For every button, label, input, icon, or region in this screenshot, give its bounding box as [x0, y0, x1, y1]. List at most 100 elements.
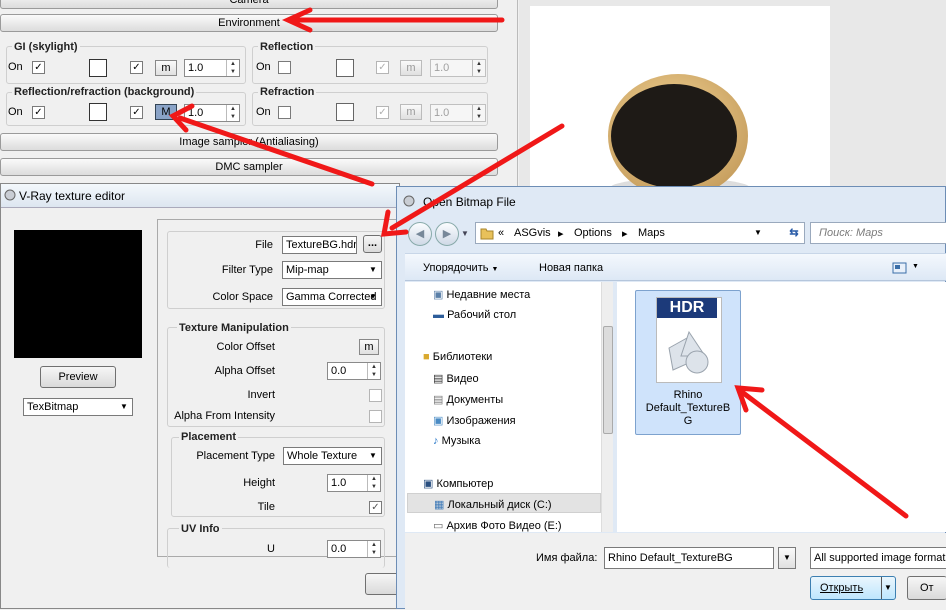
browse-file-button[interactable]: ... — [363, 235, 382, 253]
nav-item-recent-places[interactable]: ▣ Недавние места — [433, 288, 530, 301]
filter-type-select[interactable]: Mip-map ▼ — [282, 261, 382, 279]
refraction-on-checkbox[interactable] — [278, 106, 291, 119]
dialog-title: Open Bitmap File — [423, 195, 516, 209]
reflrefr-multiplier-spinner[interactable]: 1.0 ▲ ▼ — [184, 104, 240, 122]
render-canvas — [530, 6, 830, 198]
alpha-offset-spinner[interactable]: 0.0 ▲ ▼ — [327, 362, 381, 380]
placement-type-select[interactable]: Whole Texture ▼ — [283, 447, 382, 465]
gi-texture-checkbox[interactable]: ✓ — [130, 61, 143, 74]
reflection-on-checkbox[interactable] — [278, 61, 291, 74]
color-space-select[interactable]: Gamma Corrected ▼ — [282, 288, 382, 306]
breadcrumb-chevron[interactable]: « — [498, 227, 504, 239]
open-button[interactable]: Открыть ▼ — [810, 576, 896, 600]
environment-rollout-button[interactable]: Environment — [0, 14, 498, 32]
gi-on-checkbox[interactable]: ✓ — [32, 61, 45, 74]
nav-item-documents[interactable]: ▤ Документы — [433, 393, 503, 406]
nav-item-pictures[interactable]: ▣ Изображения — [433, 414, 516, 427]
preview-button[interactable]: Preview — [40, 366, 116, 388]
nav-item-archive-drive[interactable]: ▭ Архив Фото Видео (E:) — [433, 519, 562, 532]
color-offset-map-button[interactable]: m — [359, 339, 379, 355]
dialog-app-icon — [403, 195, 415, 207]
search-input[interactable]: Поиск: Maps — [810, 222, 946, 244]
height-label: Height — [243, 477, 275, 489]
reflrefr-texture-checkbox[interactable]: ✓ — [130, 106, 143, 119]
vray-ok-button-partial[interactable] — [365, 573, 399, 595]
nav-item-local-disk[interactable]: ▦ Локальный диск (C:) — [407, 493, 601, 513]
reflrefr-map-button[interactable]: M — [155, 104, 177, 120]
alpha-from-intensity-checkbox[interactable] — [369, 410, 382, 423]
file-label: File — [255, 239, 273, 251]
refraction-color-swatch[interactable] — [336, 103, 354, 121]
image-sampler-rollout-button[interactable]: Image sampler (Antialiasing) — [0, 133, 498, 151]
refraction-multiplier-spinner[interactable]: 1.0 ▲ ▼ — [430, 104, 486, 122]
hdr-badge: HDR — [657, 298, 717, 318]
file-type-filter-select[interactable]: All supported image formats — [810, 547, 946, 569]
reflrefr-on-label: On — [8, 106, 23, 118]
breadcrumb-separator: ▸ — [558, 228, 564, 240]
tile-label: Tile — [257, 501, 275, 513]
reflrefr-color-swatch[interactable] — [89, 103, 107, 121]
file-name-label: Rhino Default_TextureB G — [645, 389, 731, 427]
tile-checkbox[interactable]: ✓ — [369, 501, 382, 514]
alpha-offset-label: Alpha Offset — [214, 365, 275, 377]
address-dropdown-icon[interactable]: ▼ — [754, 228, 762, 237]
recent-locations-dropdown-icon[interactable]: ▼ — [461, 229, 469, 238]
camera-rollout-button[interactable]: Camera — [0, 0, 498, 9]
drive-icon: ▭ — [433, 520, 444, 532]
refresh-icon[interactable]: ⇆ — [783, 223, 805, 243]
dialog-toolbar: Упорядочить ▼ Новая папка ▼ — [405, 253, 946, 281]
texture-type-select[interactable]: TexBitmap ▼ — [23, 398, 133, 416]
u-spinner[interactable]: 0.0 ▲ ▼ — [327, 540, 381, 558]
video-icon: ▤ — [433, 373, 444, 385]
reflection-on-label: On — [256, 61, 271, 73]
reflection-color-swatch[interactable] — [336, 59, 354, 77]
nav-item-video[interactable]: ▤ Видео — [433, 372, 479, 385]
breadcrumb-maps[interactable]: Maps — [638, 227, 665, 239]
file-path-field[interactable]: TextureBG.hdr — [282, 236, 357, 254]
gi-map-button[interactable]: m — [155, 60, 177, 76]
u-label: U — [267, 543, 275, 555]
nav-scrollbar[interactable] — [601, 282, 613, 532]
address-bar[interactable]: « ASGvis ▸ Options ▸ Maps ▼ — [475, 222, 805, 244]
vray-editor-title: V-Ray texture editor — [19, 189, 126, 203]
reflrefr-on-checkbox[interactable]: ✓ — [32, 106, 45, 119]
nav-item-music[interactable]: ♪ Музыка — [433, 435, 480, 447]
view-options-icon[interactable] — [892, 261, 908, 275]
breadcrumb-options[interactable]: Options — [574, 227, 612, 239]
gi-on-label: On — [8, 61, 23, 73]
navigation-pane: ▣ Недавние места ▬ Рабочий стол ■ Библио… — [405, 282, 613, 532]
filename-input[interactable]: Rhino Default_TextureBG — [604, 547, 774, 569]
filename-dropdown-button[interactable]: ▼ — [778, 547, 796, 569]
open-bitmap-dialog: Open Bitmap File ◀ ▶ ▼ « ASGvis ▸ Option… — [396, 186, 946, 610]
open-split-divider — [881, 577, 882, 599]
file-item-rhino-default-texturebg[interactable]: HDR Rhino Default_TextureB G — [635, 290, 741, 435]
gi-multiplier-spinner[interactable]: 1.0 ▲ ▼ — [184, 59, 240, 77]
reflection-title: Reflection — [258, 41, 316, 53]
invert-checkbox[interactable] — [369, 389, 382, 402]
nav-scrollbar-thumb[interactable] — [603, 326, 613, 434]
view-dropdown-icon[interactable]: ▼ — [912, 263, 919, 270]
reflection-multiplier-spinner[interactable]: 1.0 ▲ ▼ — [430, 59, 486, 77]
nav-item-desktop[interactable]: ▬ Рабочий стол — [433, 309, 516, 321]
reflection-map-button[interactable]: m — [400, 60, 422, 76]
nav-item-computer[interactable]: ▣ Компьютер — [423, 477, 493, 490]
placement-title: Placement — [179, 431, 239, 443]
cancel-button[interactable]: От — [907, 576, 946, 600]
breadcrumb-asgvis[interactable]: ASGvis — [514, 227, 551, 239]
refraction-map-button[interactable]: m — [400, 104, 422, 120]
organize-menu[interactable]: Упорядочить ▼ — [423, 262, 498, 274]
forward-button[interactable]: ▶ — [435, 222, 459, 246]
reflection-texture-checkbox[interactable]: ✓ — [376, 61, 389, 74]
refraction-texture-checkbox[interactable]: ✓ — [376, 106, 389, 119]
dmc-sampler-rollout-button[interactable]: DMC sampler — [0, 158, 498, 176]
refraction-on-label: On — [256, 106, 271, 118]
gi-color-swatch[interactable] — [89, 59, 107, 77]
back-button[interactable]: ◀ — [408, 222, 432, 246]
height-spinner[interactable]: 1.0 ▲ ▼ — [327, 474, 381, 492]
refraction-title: Refraction — [258, 86, 317, 98]
new-folder-button[interactable]: Новая папка — [539, 262, 603, 274]
alpha-from-intensity-label: Alpha From Intensity — [174, 410, 275, 422]
nav-item-libraries[interactable]: ■ Библиотеки — [423, 351, 492, 363]
open-options-dropdown-icon[interactable]: ▼ — [884, 583, 892, 592]
gi-skylight-title: GI (skylight) — [12, 41, 80, 53]
